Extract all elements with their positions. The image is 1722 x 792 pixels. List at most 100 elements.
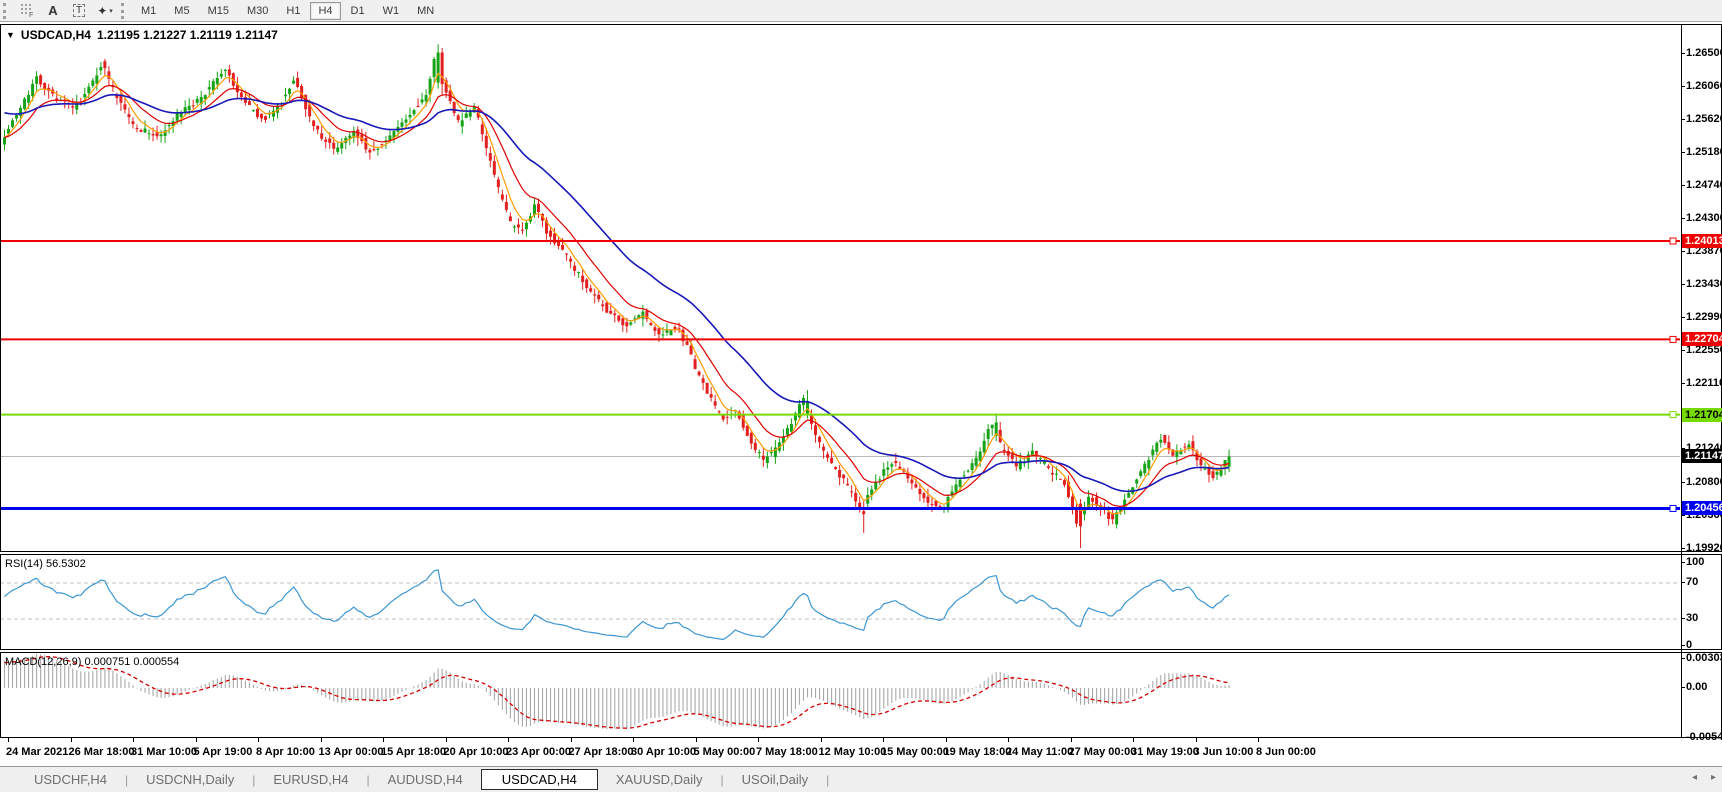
price-axis-line [1681,25,1682,738]
chart-tab-usoil-daily[interactable]: USOil,Daily [726,770,824,789]
timeframe-button-w1[interactable]: W1 [375,2,408,20]
date-axis-tick [133,738,134,742]
date-axis-tick [1195,738,1197,742]
timeframe-button-m1[interactable]: M1 [133,2,164,20]
price-axis-tick: 1.20800 [1681,476,1722,488]
rsi-panel[interactable] [0,554,1722,650]
tab-separator: | [124,772,129,787]
date-axis-tick [633,738,634,742]
date-axis-label: 8 Jun 00:00 [1256,746,1316,758]
date-axis-label: 20 Apr 10:00 [443,746,509,758]
date-axis-label: 19 May 18:00 [943,746,1012,758]
date-axis-tick [758,738,759,742]
tab-scroll-right-icon[interactable]: ▸ [1711,772,1716,783]
tab-scroll-left-icon[interactable]: ◂ [1692,772,1697,783]
price-axis-tick: 1.22990 [1681,311,1722,323]
macd-indicator-label: MACD(12,26,9) 0.000751 0.000554 [5,656,180,668]
date-axis-tick [695,738,697,742]
price-axis-tick: 1.22110 [1681,377,1722,389]
timeframe-button-d1[interactable]: D1 [343,2,373,20]
toolbar-grip-2[interactable] [121,2,127,19]
timeframe-button-m15[interactable]: M15 [200,2,237,20]
date-axis-label: 12 May 10:00 [818,746,887,758]
chart-tab-usdchf-h4[interactable]: USDCHF,H4 [18,770,123,789]
date-axis-label: 26 Mar 18:00 [68,746,135,758]
date-axis-label: 8 Apr 10:00 [256,746,315,758]
date-axis-label: 5 May 00:00 [693,746,756,758]
date-axis-label: 31 May 19:00 [1131,746,1199,758]
date-axis-tick [8,738,9,742]
chart-tab-usdcnh-daily[interactable]: USDCNH,Daily [130,770,250,789]
price-axis-tick: 1.24740 [1681,179,1722,191]
date-axis-label: 24 May 11:00 [1006,746,1074,758]
chart-title: ▼ USDCAD,H4 1.21195 1.21227 1.21119 1.21… [6,28,278,42]
date-axis-label: 31 Mar 10:00 [131,746,198,758]
price-line-badge: 1.21704 [1682,407,1722,422]
font-icon[interactable]: A [42,2,64,20]
date-axis-label: 23 Apr 00:00 [506,746,572,758]
date-axis-tick [383,738,384,742]
date-axis-tick [570,738,572,742]
timeframe-button-group: M1 M5 M15 M30 H1 H4 D1 W1 MN [132,1,443,20]
chart-tab-bar: USDCHF,H4 | USDCNH,Daily | EURUSD,H4 | AUDUSD,… [0,766,1722,792]
shapes-tool-icon[interactable]: ✦ ▾ [94,2,116,20]
date-axis-label: 3 Jun 10:00 [1193,746,1254,758]
date-axis-tick [258,738,259,742]
text-label-icon[interactable]: T [68,2,90,20]
tab-separator: | [252,772,256,787]
date-axis-label: 7 May 18:00 [756,746,818,758]
macd-axis-tick: 0.003035 [1681,652,1722,664]
toolbar: F A T ✦ ▾ M1 M5 M15 M30 H1 H4 D1 W1 MN [0,0,1722,22]
date-axis-label: 24 Mar 2021 [6,746,69,758]
date-axis-tick [1133,738,1134,742]
date-axis-label: 15 May 00:00 [881,746,949,758]
date-axis-label: 15 Apr 18:00 [381,746,447,758]
date-axis-label: 27 Apr 18:00 [568,746,634,758]
date-axis-tick [508,738,509,742]
date-axis-tick [883,738,884,742]
current-price-badge: 1.21147 [1682,449,1722,464]
chart-tab-usdcad-h4[interactable]: USDCAD,H4 [480,769,598,790]
tab-separator: | [720,772,724,787]
timeframe-button-h4[interactable]: H4 [310,1,341,20]
date-axis-label: 30 Apr 10:00 [631,746,697,758]
date-axis-tick [1070,738,1072,742]
timeframe-button-mn[interactable]: MN [409,2,442,20]
date-axis-tick [1258,738,1259,742]
macd-axis-tick: 0.00 [1681,681,1722,693]
tab-separator: | [826,772,830,787]
macd-panel[interactable] [0,652,1722,738]
dot-grid-icon: F [20,4,33,18]
rsi-axis-tick: 100 [1681,556,1722,568]
chart-tab-xauusd-daily[interactable]: XAUUSD,Daily [600,770,719,789]
date-axis-tick [1008,738,1009,742]
price-axis-tick: 1.23430 [1681,278,1722,290]
rsi-axis-tick: 70 [1681,576,1722,588]
price-axis-tick: 1.19920 [1681,542,1722,554]
price-axis-tick: 1.24300 [1681,212,1722,224]
date-axis-label: 27 May 00:00 [1068,746,1137,758]
price-axis-tick: 1.26060 [1681,80,1722,92]
chart-symbol: USDCAD,H4 [20,28,91,42]
price-axis-tick: 1.25620 [1681,113,1722,125]
timeframe-button-m30[interactable]: M30 [239,2,276,20]
date-axis-tick [820,738,822,742]
date-axis-tick [945,738,947,742]
profiles-grid-icon[interactable]: F [16,2,38,20]
tab-separator: | [366,772,370,787]
chart-tab-audusd-h4[interactable]: AUDUSD,H4 [372,770,479,789]
timeframe-button-m5[interactable]: M5 [166,2,197,20]
date-axis-tick [445,738,447,742]
toolbar-grip[interactable] [3,2,9,19]
date-axis-tick [320,738,322,742]
macd-axis-tick: -0.00542 [1681,731,1722,743]
price-line-badge: 1.24013 [1682,234,1722,248]
collapse-triangle-icon[interactable]: ▼ [6,30,15,40]
timeframe-button-h1[interactable]: H1 [278,2,308,20]
price-axis-tick: 1.25180 [1681,146,1722,158]
svg-text:F: F [29,12,33,18]
price-line-badge: 1.20456 [1682,501,1722,516]
date-axis-label: 5 Apr 19:00 [193,746,253,758]
price-chart-panel[interactable] [0,24,1722,552]
chart-tab-eurusd-h4[interactable]: EURUSD,H4 [257,770,364,789]
